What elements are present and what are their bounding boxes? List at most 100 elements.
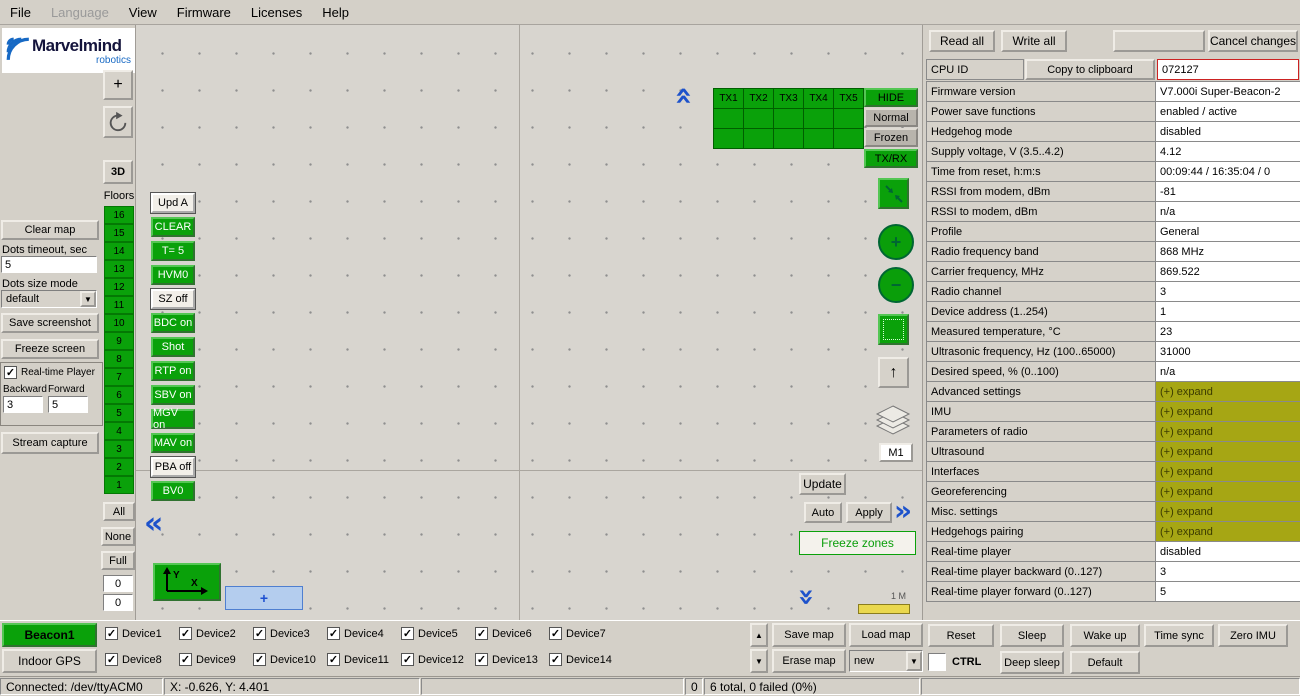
setting-value[interactable]: General (1156, 222, 1300, 241)
checkbox-checked-icon[interactable]: ✓ (253, 627, 266, 640)
checkbox-checked-icon[interactable]: ✓ (475, 653, 488, 666)
setting-expand[interactable]: (+) expand (1156, 402, 1300, 421)
deep-sleep-button[interactable]: Deep sleep (1000, 651, 1064, 674)
tx-cell[interactable] (774, 109, 803, 128)
layers-icon[interactable] (872, 403, 914, 441)
checkbox-checked-icon[interactable]: ✓ (401, 653, 414, 666)
map-action-clear[interactable]: CLEAR (151, 217, 195, 237)
setting-value[interactable]: enabled / active (1156, 102, 1300, 121)
clear-map-button[interactable]: Clear map (1, 220, 99, 240)
menu-firmware[interactable]: Firmware (177, 5, 231, 20)
update-button[interactable]: Update (799, 473, 846, 495)
chevron-left-icon[interactable]: « (144, 509, 163, 539)
unlabeled-button[interactable] (1113, 30, 1205, 52)
floor-9[interactable]: 9 (104, 332, 134, 350)
chevron-down-icon[interactable]: « (791, 588, 819, 606)
device-device13[interactable]: ✓Device13 (475, 653, 549, 666)
floor-12[interactable]: 12 (104, 278, 134, 296)
device-device8[interactable]: ✓Device8 (105, 653, 179, 666)
m1-button[interactable]: M1 (879, 443, 913, 462)
erase-map-button[interactable]: Erase map (772, 649, 846, 673)
setting-value[interactable]: disabled (1156, 542, 1300, 561)
realtime-player-checkbox[interactable]: ✓ (4, 366, 17, 379)
dots-size-mode-select[interactable]: default ▼ (1, 290, 97, 308)
map-action-sbv-on[interactable]: SBV on (151, 385, 195, 405)
menu-file[interactable]: File (10, 5, 31, 20)
save-screenshot-button[interactable]: Save screenshot (1, 313, 99, 333)
tx-hide-button[interactable]: HIDE (864, 88, 918, 107)
tx-cell[interactable] (744, 109, 773, 128)
setting-expand[interactable]: (+) expand (1156, 502, 1300, 521)
apply-button[interactable]: Apply (846, 502, 892, 523)
checkbox-checked-icon[interactable]: ✓ (105, 627, 118, 640)
freeze-zones-button[interactable]: Freeze zones (799, 531, 916, 555)
chevron-up-icon[interactable]: « (669, 86, 699, 105)
3d-view-button[interactable]: 3D (103, 160, 133, 184)
scroll-down-icon[interactable]: ▼ (750, 649, 768, 673)
freeze-screen-button[interactable]: Freeze screen (1, 339, 99, 359)
sleep-button[interactable]: Sleep (1000, 624, 1064, 647)
chevron-down-icon[interactable]: ▼ (906, 651, 922, 671)
indoor-gps-tab[interactable]: Indoor GPS (2, 649, 97, 673)
setting-expand[interactable]: (+) expand (1156, 482, 1300, 501)
tx-cell[interactable] (714, 129, 743, 148)
default-button[interactable]: Default (1070, 651, 1140, 674)
device-device7[interactable]: ✓Device7 (549, 627, 623, 640)
counter-top-field[interactable]: 0 (103, 575, 133, 592)
device-device6[interactable]: ✓Device6 (475, 627, 549, 640)
chevron-right-icon[interactable]: » (894, 497, 912, 525)
setting-expand[interactable]: (+) expand (1156, 382, 1300, 401)
stream-capture-button[interactable]: Stream capture (1, 432, 99, 454)
map-action-bv0[interactable]: BV0 (151, 481, 195, 501)
menu-licenses[interactable]: Licenses (251, 5, 302, 20)
checkbox-checked-icon[interactable]: ✓ (475, 627, 488, 640)
checkbox-checked-icon[interactable]: ✓ (179, 653, 192, 666)
setting-value[interactable]: 3 (1156, 282, 1300, 301)
setting-value[interactable]: 00:09:44 / 16:35:04 / 0 (1156, 162, 1300, 181)
checkbox-checked-icon[interactable]: ✓ (549, 653, 562, 666)
zoom-out-circle-icon[interactable]: − (878, 267, 914, 303)
map-action-hvm0[interactable]: HVM0 (151, 265, 195, 285)
device-device5[interactable]: ✓Device5 (401, 627, 475, 640)
setting-expand[interactable]: (+) expand (1156, 422, 1300, 441)
tx-header-tx1[interactable]: TX1 (714, 89, 743, 108)
setting-expand[interactable]: (+) expand (1156, 522, 1300, 541)
setting-expand[interactable]: (+) expand (1156, 462, 1300, 481)
time-sync-button[interactable]: Time sync (1144, 624, 1214, 647)
tx-cell[interactable] (804, 129, 833, 148)
zero-imu-button[interactable]: Zero IMU (1218, 624, 1288, 647)
arrow-up-icon[interactable]: ↑ (878, 357, 909, 388)
setting-value[interactable]: disabled (1156, 122, 1300, 141)
tx-header-tx5[interactable]: TX5 (834, 89, 863, 108)
tx-cell[interactable] (804, 109, 833, 128)
device-device9[interactable]: ✓Device9 (179, 653, 253, 666)
floors-all-button[interactable]: All (103, 502, 135, 521)
checkbox-checked-icon[interactable]: ✓ (327, 653, 340, 666)
floors-full-button[interactable]: Full (101, 551, 135, 570)
floor-16[interactable]: 16 (104, 206, 134, 224)
load-map-button[interactable]: Load map (849, 623, 923, 647)
menu-language[interactable]: Language (51, 5, 109, 20)
device-device11[interactable]: ✓Device11 (327, 653, 401, 666)
add-submap-button[interactable]: + (225, 586, 303, 610)
dots-timeout-input[interactable] (1, 256, 97, 273)
tx-cell[interactable] (714, 109, 743, 128)
forward-input[interactable] (48, 396, 88, 413)
read-all-button[interactable]: Read all (929, 30, 995, 52)
auto-button[interactable]: Auto (804, 502, 842, 523)
save-map-button[interactable]: Save map (772, 623, 846, 647)
map-select[interactable]: new ▼ (849, 650, 923, 672)
cancel-changes-button[interactable]: Cancel changes (1208, 30, 1298, 52)
dotted-grid-icon[interactable] (878, 314, 909, 345)
setting-value[interactable]: -81 (1156, 182, 1300, 201)
floor-1[interactable]: 1 (104, 476, 134, 494)
tx-frozen-button[interactable]: Frozen (864, 128, 918, 147)
setting-value[interactable]: 23 (1156, 322, 1300, 341)
pan-tool-icon[interactable]: + (103, 70, 133, 100)
floor-5[interactable]: 5 (104, 404, 134, 422)
map-action-pba-off[interactable]: PBA off (151, 457, 195, 477)
tx-rx-button[interactable]: TX/RX (864, 149, 918, 168)
device-device10[interactable]: ✓Device10 (253, 653, 327, 666)
floor-11[interactable]: 11 (104, 296, 134, 314)
map-action-rtp-on[interactable]: RTP on (151, 361, 195, 381)
